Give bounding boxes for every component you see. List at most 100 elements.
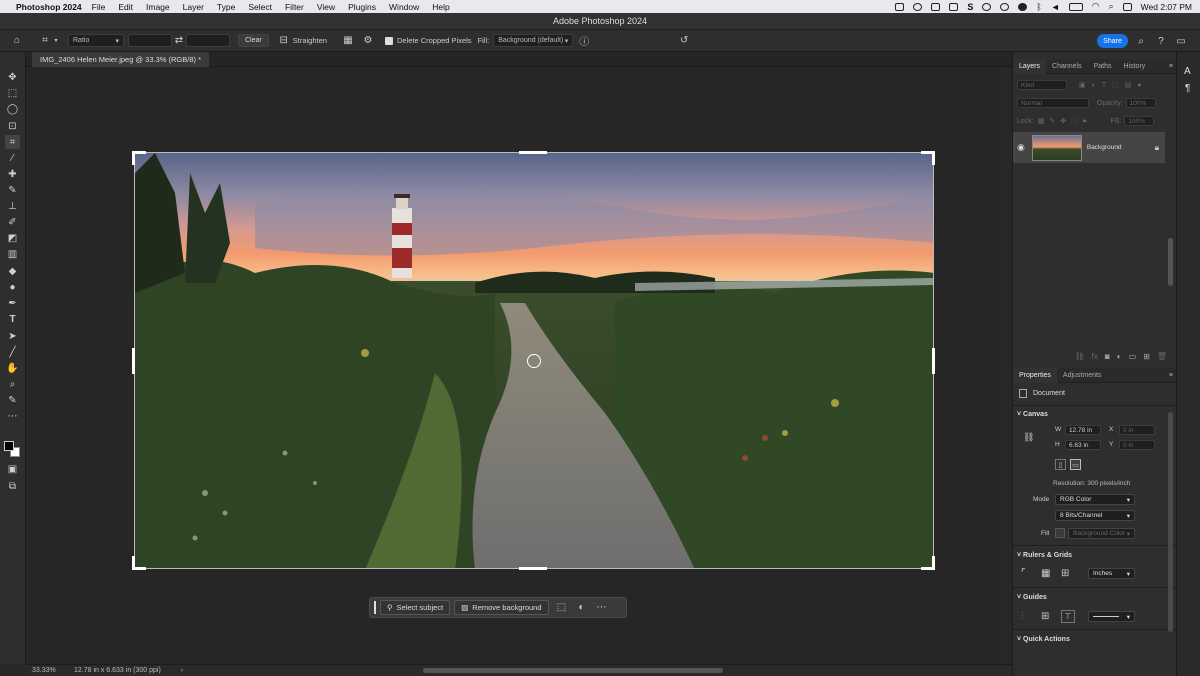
path-selection-tool-icon[interactable]: ➤ — [5, 329, 20, 343]
brush-tool-icon[interactable]: ✎ — [5, 183, 20, 197]
fill-select[interactable]: Background (default) ▾ — [493, 34, 574, 47]
kind-filter-select[interactable]: Kind — [1017, 80, 1067, 90]
filter-type-icon[interactable]: T — [1102, 82, 1106, 89]
guide-lock-icon[interactable]: ⊤ — [1061, 610, 1075, 623]
delete-cropped-checkbox[interactable] — [384, 36, 393, 45]
rulers-grids-section[interactable]: ˅ Rulers & Grids — [1017, 552, 1072, 559]
crop-handle-top[interactable] — [519, 151, 547, 154]
pen-tool-icon[interactable]: ✒ — [5, 296, 20, 310]
smart-guides-icon[interactable]: ⊞ — [1041, 611, 1049, 622]
drag-handle-icon[interactable] — [374, 601, 376, 614]
gear-icon[interactable]: ⚙ — [361, 34, 375, 48]
battery-icon[interactable] — [1068, 2, 1083, 11]
x-input[interactable]: 0 in — [1119, 425, 1155, 435]
menu-select[interactable]: Select — [248, 2, 272, 12]
width-input[interactable]: 12.78 in — [1065, 425, 1101, 435]
menu-image[interactable]: Image — [146, 2, 170, 12]
search-icon[interactable]: ⌕ — [1109, 1, 1114, 12]
ratio-height-input[interactable] — [186, 34, 230, 47]
height-input[interactable]: 6.63 in — [1065, 440, 1101, 450]
ratio-width-input[interactable] — [128, 34, 172, 47]
blur-tool-icon[interactable]: ◆ — [5, 264, 20, 278]
menu-file[interactable]: File — [92, 2, 106, 12]
guides-icon[interactable]: ⫶ — [1021, 611, 1024, 622]
help-icon[interactable]: ? — [1154, 34, 1168, 48]
pixel-grid-icon[interactable]: ⊞ — [1061, 568, 1069, 579]
share-button[interactable]: Share — [1097, 34, 1128, 48]
app-menu[interactable]: Photoshop 2024 — [16, 2, 82, 12]
character-panel-icon[interactable]: A — [1184, 66, 1191, 77]
object-selection-tool-icon[interactable]: ⊡ — [5, 119, 20, 133]
menu-view[interactable]: View — [317, 2, 335, 12]
delete-layer-icon[interactable]: 🗑︎ — [1157, 352, 1167, 361]
remove-background-button[interactable]: ▨ Remove background — [454, 600, 549, 615]
dodge-tool-icon[interactable]: ● — [5, 280, 20, 294]
swap-icon[interactable]: ⇄ — [172, 34, 186, 48]
canvas-section[interactable]: ˅ Canvas — [1017, 411, 1048, 418]
tab-properties[interactable]: Properties — [1013, 367, 1057, 383]
filter-shape-icon[interactable]: ⬚ — [1112, 81, 1119, 89]
fill-select[interactable]: Background Color ▾ — [1068, 528, 1135, 539]
screen-icon[interactable] — [949, 2, 959, 11]
tab-adjustments[interactable]: Adjustments — [1057, 368, 1108, 383]
mode-select[interactable]: RGB Color ▾ — [1055, 494, 1135, 505]
screen-mode-icon[interactable]: ⧉ — [5, 479, 20, 493]
panel-menu-icon[interactable]: ≡ — [1169, 63, 1173, 70]
grammarly-icon[interactable] — [1018, 2, 1028, 11]
healing-brush-tool-icon[interactable]: ✚ — [5, 167, 20, 181]
more-options-icon[interactable]: ⋯ — [595, 601, 609, 615]
control-center-icon[interactable] — [1122, 2, 1132, 11]
app-icon[interactable] — [982, 2, 992, 11]
menu-type[interactable]: Type — [217, 2, 235, 12]
adjustment-icon[interactable]: ◐ — [575, 601, 589, 615]
zoom-tool-icon[interactable]: ⌕ — [5, 377, 20, 391]
home-icon[interactable]: ⌂ — [10, 34, 24, 48]
bluetooth-icon[interactable]: ᛒ — [1036, 2, 1041, 12]
lock-image-icon[interactable]: ✎ — [1049, 117, 1055, 125]
visibility-eye-icon[interactable]: ◉ — [1017, 142, 1025, 153]
crop-handle-bottom-right[interactable] — [932, 556, 935, 570]
move-tool-icon[interactable]: ✥ — [5, 70, 20, 84]
chevron-right-icon[interactable]: › — [181, 667, 183, 674]
workspace-icon[interactable]: ▭ — [1174, 34, 1188, 48]
zoom-level[interactable]: 33.33% — [32, 667, 66, 674]
lasso-tool-icon[interactable]: ◯ — [5, 102, 20, 116]
panel-menu-icon[interactable]: ≡ — [1169, 372, 1173, 379]
crop-tool-icon[interactable]: ⌗ — [38, 34, 52, 48]
eyedropper-tool-icon[interactable]: ⁄ — [5, 151, 20, 165]
guides-section[interactable]: ˅ Guides — [1017, 594, 1047, 601]
crop-center-icon[interactable] — [527, 354, 541, 368]
quick-actions-section[interactable]: ˅ Quick Actions — [1017, 636, 1070, 643]
info-icon[interactable]: ⓘ — [577, 34, 591, 48]
lock-transparent-icon[interactable]: ▦ — [1038, 117, 1045, 125]
y-input[interactable]: 0 in — [1119, 440, 1155, 450]
rulers-icon[interactable]: ⌜ — [1021, 568, 1026, 579]
crop-handle-top-left[interactable] — [132, 151, 135, 165]
line-tool-icon[interactable]: ╱ — [5, 345, 20, 359]
blend-mode-select[interactable]: Normal — [1017, 98, 1089, 108]
bit-depth-select[interactable]: 8 Bits/Channel ▾ — [1055, 510, 1135, 521]
filter-pixel-icon[interactable]: ▣ — [1079, 81, 1086, 89]
filter-toggle-icon[interactable]: ● — [1137, 82, 1141, 89]
link-layers-icon[interactable]: ⛓ — [1075, 352, 1085, 361]
units-select[interactable]: Inches ▾ — [1088, 568, 1135, 579]
history-brush-tool-icon[interactable]: ✐ — [5, 215, 20, 229]
layer-row-background[interactable]: ◉ Background 🔒︎ — [1013, 132, 1165, 163]
clock[interactable]: Wed 2:07 PM — [1141, 2, 1192, 12]
crop-handle-bottom[interactable] — [519, 567, 547, 570]
eraser-tool-icon[interactable]: ◩ — [5, 231, 20, 245]
new-adjustment-icon[interactable]: ◐ — [1117, 352, 1122, 361]
extension-icon[interactable] — [895, 2, 905, 11]
stamp-tool-icon[interactable]: ⊥ — [5, 199, 20, 213]
menu-help[interactable]: Help — [432, 2, 449, 12]
lock-all-icon[interactable]: 🔒︎ — [1083, 117, 1087, 125]
opacity-input[interactable]: 100% — [1125, 98, 1156, 108]
camera-icon[interactable] — [931, 2, 941, 11]
more-tools-icon[interactable]: ⋯ — [5, 409, 20, 423]
new-layer-icon[interactable]: ⊞ — [1143, 352, 1150, 361]
crop-handle-top-right[interactable] — [932, 151, 935, 165]
tab-channels[interactable]: Channels — [1046, 59, 1088, 74]
type-tool-icon[interactable]: T — [5, 312, 20, 326]
menu-plugins[interactable]: Plugins — [348, 2, 376, 12]
hand-tool-icon[interactable]: ✋ — [5, 361, 20, 375]
